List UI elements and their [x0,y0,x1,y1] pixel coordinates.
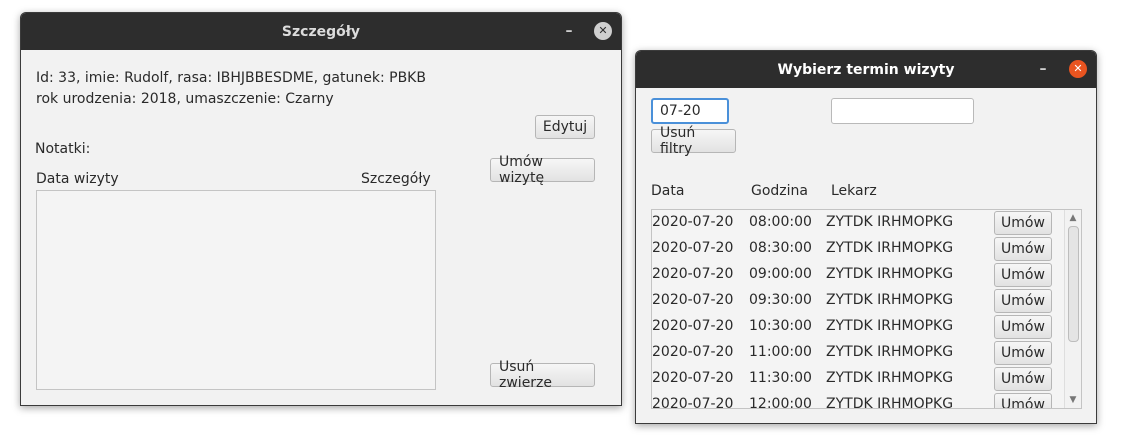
slot-date: 2020-07-20 [652,396,734,409]
slot-doctor: ZYTDK IRHMOPKG [826,266,954,282]
slot-date: 2020-07-20 [652,240,734,256]
scroll-thumb[interactable] [1068,226,1079,342]
slot-time: 08:00:00 [749,214,812,230]
minimize-icon[interactable]: – [1034,60,1052,78]
animal-info-line2: rok urodzenia: 2018, umaszczenie: Czarny [36,91,334,107]
book-slot-button[interactable]: Umów [994,263,1052,287]
slot-date: 2020-07-20 [652,292,734,308]
book-slot-button[interactable]: Umów [994,393,1052,408]
header-date: Data [651,183,685,199]
slot-doctor: ZYTDK IRHMOPKG [826,344,954,360]
doctor-filter-input[interactable] [831,98,974,124]
slot-doctor: ZYTDK IRHMOPKG [826,318,954,334]
table-row: 2020-07-20 08:00:00 ZYTDK IRHMOPKG Umów [652,210,1065,236]
slot-date: 2020-07-20 [652,344,734,360]
table-row: 2020-07-20 12:00:00 ZYTDK IRHMOPKG Umów [652,392,1065,409]
date-filter-input[interactable] [651,98,729,124]
clear-filters-button[interactable]: Usuń filtry [651,125,736,157]
slot-time: 09:30:00 [749,292,812,308]
book-visit-button[interactable]: Umów wizytę [490,154,595,186]
visits-header-details: Szczegóły [361,171,431,187]
book-slot-button[interactable]: Umów [994,341,1052,365]
table-row: 2020-07-20 08:30:00 ZYTDK IRHMOPKG Umów [652,236,1065,262]
slot-date: 2020-07-20 [652,318,734,334]
notes-label: Notatki: [35,141,91,157]
book-slot-button[interactable]: Umów [994,211,1052,235]
header-doctor: Lekarz [831,183,877,199]
book-slot-button[interactable]: Umów [994,367,1052,391]
details-window-title: Szczegóły [281,23,361,40]
minimize-icon[interactable]: – [560,22,578,40]
visits-list[interactable] [36,190,436,390]
close-icon[interactable]: ✕ [1069,60,1087,78]
slot-doctor: ZYTDK IRHMOPKG [826,370,954,386]
table-row: 2020-07-20 11:00:00 ZYTDK IRHMOPKG Umów [652,340,1065,366]
book-slot-button[interactable]: Umów [994,315,1052,339]
slot-time: 09:00:00 [749,266,812,282]
slot-time: 08:30:00 [749,240,812,256]
schedule-titlebar[interactable]: Wybierz termin wizyty – ✕ [636,51,1096,88]
visits-header-date: Data wizyty [36,171,119,187]
details-window: Szczegóły – ✕ Id: 33, imie: Rudolf, rasa… [20,12,622,406]
slot-doctor: ZYTDK IRHMOPKG [826,396,954,409]
scroll-down-icon[interactable]: ▼ [1065,393,1081,407]
slot-time: 12:00:00 [749,396,812,409]
table-row: 2020-07-20 11:30:00 ZYTDK IRHMOPKG Umów [652,366,1065,392]
slot-doctor: ZYTDK IRHMOPKG [826,292,954,308]
slot-time: 11:00:00 [749,344,812,360]
table-row: 2020-07-20 09:30:00 ZYTDK IRHMOPKG Umów [652,288,1065,314]
header-time: Godzina [751,183,808,199]
table-row: 2020-07-20 10:30:00 ZYTDK IRHMOPKG Umów [652,314,1065,340]
animal-info-line1: Id: 33, imie: Rudolf, rasa: IBHJBBESDME,… [36,70,426,86]
slot-date: 2020-07-20 [652,214,734,230]
slot-date: 2020-07-20 [652,370,734,386]
slot-doctor: ZYTDK IRHMOPKG [826,240,954,256]
delete-animal-button[interactable]: Usuń zwierze [490,359,595,391]
details-titlebar[interactable]: Szczegóły – ✕ [21,13,621,50]
slots-list[interactable]: 2020-07-20 08:00:00 ZYTDK IRHMOPKG Umów 2020… [651,209,1082,409]
schedule-window-title: Wybierz termin wizyty [777,61,955,78]
slots-scrollbar[interactable]: ▲ ▼ [1064,210,1081,408]
book-slot-button[interactable]: Umów [994,289,1052,313]
book-slot-button[interactable]: Umów [994,237,1052,261]
scroll-up-icon[interactable]: ▲ [1065,211,1081,225]
table-row: 2020-07-20 09:00:00 ZYTDK IRHMOPKG Umów [652,262,1065,288]
slot-doctor: ZYTDK IRHMOPKG [826,214,954,230]
schedule-window: Wybierz termin wizyty – ✕ Usuń filtry Da… [635,50,1097,424]
slot-time: 10:30:00 [749,318,812,334]
slot-date: 2020-07-20 [652,266,734,282]
close-icon[interactable]: ✕ [594,22,612,40]
slot-time: 11:30:00 [749,370,812,386]
edit-button[interactable]: Edytuj [535,115,595,139]
